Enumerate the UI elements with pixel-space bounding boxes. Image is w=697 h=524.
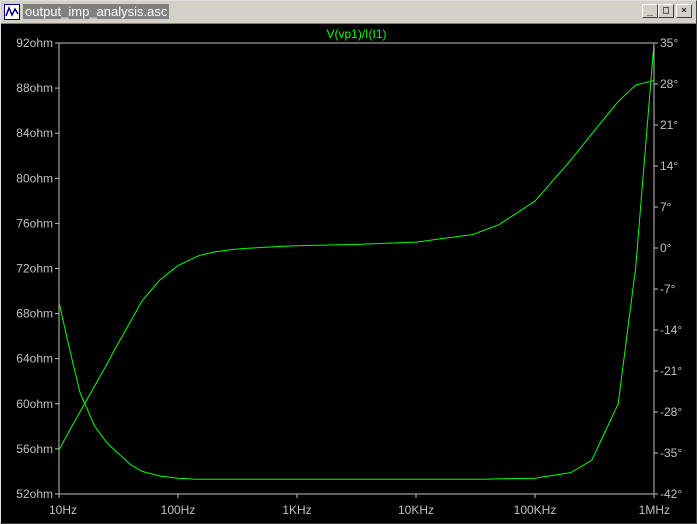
x-tick-label: 10Hz <box>49 503 77 517</box>
right-tick-label: -35° <box>660 446 682 460</box>
phase-trace <box>58 80 655 451</box>
x-tick-label: 10KHz <box>398 503 434 517</box>
close-button[interactable]: × <box>676 4 692 18</box>
left-tick-label: 88ohm <box>16 81 53 95</box>
left-tick-label: 68ohm <box>16 307 53 321</box>
x-tick-label: 100Hz <box>161 503 196 517</box>
left-axis: 92ohm 88ohm 84ohm 80ohm 76ohm 72ohm 68ohm 64ohm… <box>16 36 59 501</box>
left-tick-label: 92ohm <box>16 36 53 50</box>
x-axis: 10Hz 100Hz 1KHz 10KHz 100KHz 1MHz <box>49 494 670 517</box>
right-tick-label: 21° <box>660 118 678 132</box>
left-tick-label: 64ohm <box>16 352 53 366</box>
right-tick-label: -7° <box>660 282 676 296</box>
left-tick-label: 72ohm <box>16 262 53 276</box>
right-tick-label: 7° <box>660 200 672 214</box>
right-tick-label: -14° <box>660 323 682 337</box>
right-tick-label: -42° <box>660 487 682 501</box>
minimize-button[interactable]: _ <box>642 4 658 18</box>
right-tick-label: -28° <box>660 405 682 419</box>
traces <box>58 42 655 480</box>
left-tick-label: 76ohm <box>16 216 53 230</box>
x-tick-label: 1MHz <box>639 503 670 517</box>
left-tick-label: 60ohm <box>16 397 53 411</box>
title-bar[interactable]: output_imp_analysis.asc _ □ × <box>1 1 696 24</box>
plot-frame <box>58 42 655 495</box>
plot-area[interactable]: V(vp1)/I(I1) 92ohm 88ohm 84ohm 80ohm 76ohm 72… <box>1 24 696 523</box>
right-tick-label: 14° <box>660 159 678 173</box>
right-tick-label: -21° <box>660 364 682 378</box>
left-tick-label: 84ohm <box>16 126 53 140</box>
window-title: output_imp_analysis.asc <box>23 4 170 19</box>
right-axis: 35° 28° 21° 14° 7° 0° -7° -14° -21° -28° -35° -42° <box>654 36 682 501</box>
window: output_imp_analysis.asc _ □ × V(vp1)/I(I… <box>0 0 697 524</box>
maximize-button[interactable]: □ <box>658 4 674 18</box>
x-tick-label: 1KHz <box>282 503 311 517</box>
right-tick-label: 0° <box>660 241 672 255</box>
left-tick-label: 56ohm <box>16 442 53 456</box>
x-tick-label: 100KHz <box>514 503 557 517</box>
plot-title[interactable]: V(vp1)/I(I1) <box>326 27 386 41</box>
right-tick-label: 28° <box>660 77 678 91</box>
left-tick-label: 80ohm <box>16 171 53 185</box>
magnitude-trace <box>58 42 655 480</box>
left-tick-label: 52ohm <box>16 487 53 501</box>
right-tick-label: 35° <box>660 36 678 50</box>
waveform-app-icon <box>4 4 20 20</box>
